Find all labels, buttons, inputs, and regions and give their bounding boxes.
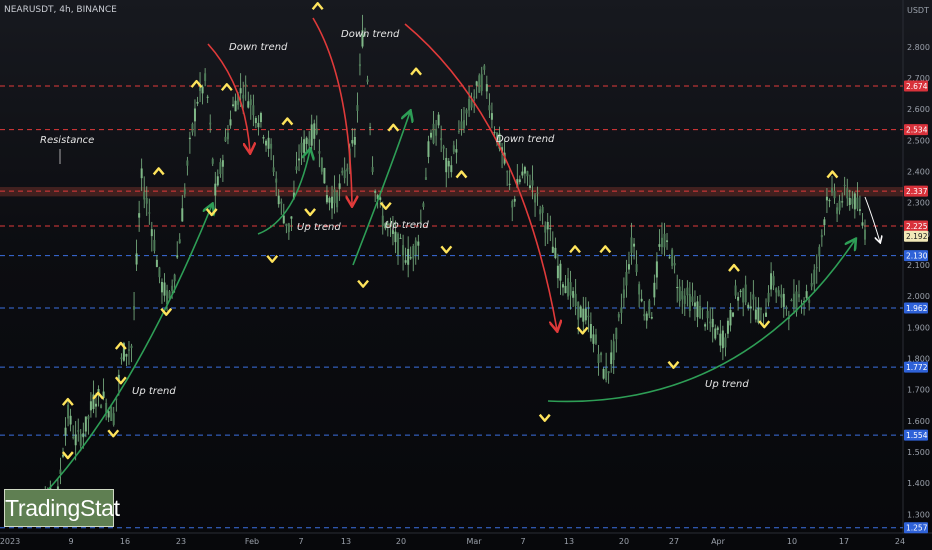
candle [478, 73, 481, 93]
candle [732, 312, 735, 318]
price-tag-text: 2.192 [906, 232, 928, 241]
price-tag-text: 2.337 [906, 187, 928, 196]
y-tick-label: 2.800 [907, 43, 930, 52]
candle [602, 367, 605, 380]
y-tick-label: 2.100 [907, 261, 930, 270]
candle [579, 304, 582, 318]
x-tick-label: 16 [120, 537, 130, 546]
x-tick-label: Mar [466, 537, 482, 546]
x-tick-label: 10 [787, 537, 797, 546]
symbol-header: NEARUSDT, 4h, BINANCE [4, 5, 117, 15]
x-tick-label: 9 [68, 537, 73, 546]
price-tag-2.130[interactable]: 2.130 [904, 250, 928, 262]
y-tick-label: 2.300 [907, 199, 930, 208]
x-tick-label: Feb [245, 537, 259, 546]
price-tag-1.772[interactable]: 1.772 [904, 361, 928, 373]
y-tick-label: 2.000 [907, 292, 930, 301]
price-tag-text: 1.772 [906, 363, 928, 372]
price-tag-1.257[interactable]: 1.257 [904, 522, 928, 534]
annotation-2: Down trend [496, 134, 555, 145]
price-tag-text: 1.257 [906, 524, 928, 533]
annotation-5: Up trend [385, 220, 429, 231]
y-tick-label: 1.500 [907, 448, 930, 457]
price-tag-text: 2.534 [906, 125, 928, 134]
annotation-4: Up trend [297, 222, 341, 233]
annotation-1: Down trend [341, 29, 400, 40]
price-tag-1.962[interactable]: 1.962 [904, 302, 928, 314]
tradingstat-watermark: TradingStat [4, 489, 120, 527]
y-tick-label: 2.600 [907, 105, 930, 114]
x-tick-label: 23 [176, 537, 186, 546]
annotation-3: Up trend [132, 386, 176, 397]
price-tag-2.534[interactable]: 2.534 [904, 124, 928, 136]
price-tag-2.337[interactable]: 2.337 [904, 185, 928, 197]
resistance-zone [0, 187, 903, 197]
x-tick-label: 20 [396, 537, 406, 546]
price-tag-text: 1.554 [906, 431, 928, 440]
x-tick-label: 24 [895, 537, 905, 546]
y-tick-label: 2.400 [907, 167, 930, 176]
x-tick-label: 20 [619, 537, 629, 546]
price-tag-text: 2.674 [906, 82, 928, 91]
x-tick-label: 7 [298, 537, 303, 546]
y-tick-label: 1.300 [907, 510, 930, 519]
x-tick-label: 2023 [0, 537, 20, 546]
price-chart[interactable]: Down trend Down trend Down trend Up trend Up… [0, 0, 932, 550]
x-tick-label: 27 [669, 537, 679, 546]
annotation-0: Down trend [229, 42, 288, 53]
price-tag-1.554[interactable]: 1.554 [904, 429, 928, 441]
price-tag-2.225[interactable]: 2.225 [904, 220, 928, 232]
x-tick-label: 7 [520, 537, 525, 546]
price-tag-text: 2.225 [906, 222, 928, 231]
price-tag-2.192[interactable]: 2.192 [904, 230, 928, 242]
y-tick-label: 2.500 [907, 136, 930, 145]
y-tick-label: 1.900 [907, 323, 930, 332]
candle [323, 167, 326, 184]
x-tick-label: 13 [341, 537, 351, 546]
x-tick-label: 17 [839, 537, 849, 546]
y-tick-label: 1.700 [907, 386, 930, 395]
x-tick-label: Apr [711, 537, 726, 546]
chart-stage[interactable]: Down trend Down trend Down trend Up trend Up… [0, 0, 932, 550]
y-tick-label: 1.600 [907, 417, 930, 426]
currency-label: USDT [907, 6, 929, 15]
price-tag-text: 2.130 [906, 251, 928, 260]
annotation-7: Resistance [40, 135, 94, 146]
y-tick-label: 1.400 [907, 479, 930, 488]
price-tag-text: 1.962 [906, 304, 928, 313]
candle [648, 298, 651, 319]
x-tick-label: 13 [564, 537, 574, 546]
price-tag-2.674[interactable]: 2.674 [904, 80, 928, 92]
annotation-6: Up trend [705, 379, 749, 390]
